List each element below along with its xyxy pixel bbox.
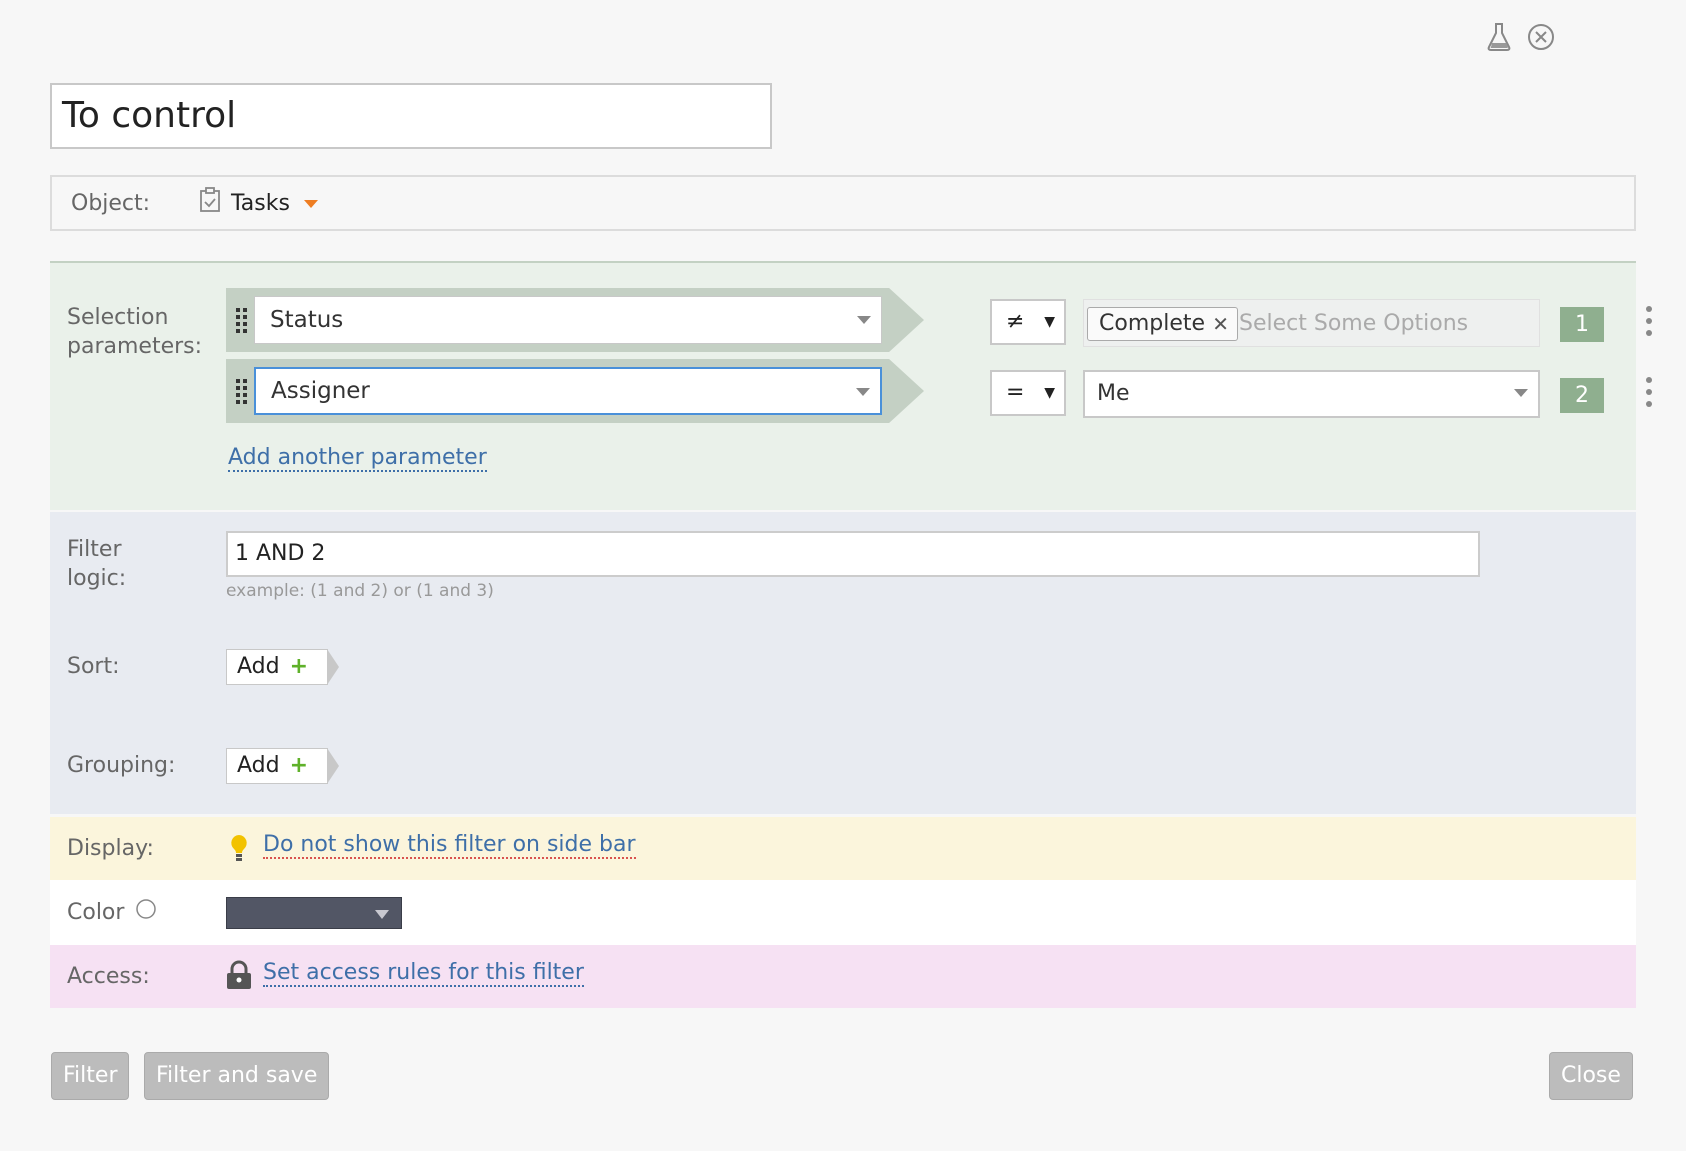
chevron-down-icon bbox=[856, 388, 870, 396]
multiselect-placeholder[interactable]: Select Some Options bbox=[1239, 300, 1468, 348]
drag-handle-icon[interactable] bbox=[236, 379, 248, 405]
param-row-1: Status ≠ ▼ Complete ✕ Select Some Option… bbox=[226, 288, 1686, 352]
add-parameter-link[interactable]: Add another parameter bbox=[228, 445, 487, 472]
filter-save-button[interactable]: Filter and save bbox=[144, 1052, 330, 1100]
triangle-down-icon: ▼ bbox=[1044, 385, 1055, 401]
param-field-select[interactable]: Assigner bbox=[254, 367, 882, 415]
param-index-badge: 2 bbox=[1560, 378, 1604, 413]
display-link-wrap: Do not show this filter on side bar bbox=[263, 832, 636, 859]
chevron-down-icon bbox=[375, 910, 389, 919]
kebab-menu-icon[interactable] bbox=[1646, 377, 1652, 407]
chip-label: Complete bbox=[1099, 311, 1206, 336]
value-chip: Complete ✕ bbox=[1087, 307, 1239, 341]
sort-add-label: Add bbox=[237, 654, 280, 679]
display-label: Display: bbox=[67, 836, 154, 861]
selection-section: Selection parameters: Status ≠ ▼ Complet… bbox=[50, 261, 1652, 510]
access-section: Access: Set access rules for this filter bbox=[50, 945, 1636, 1008]
close-button[interactable]: Close bbox=[1549, 1052, 1633, 1100]
plus-icon: + bbox=[289, 654, 309, 679]
lock-icon bbox=[225, 960, 253, 994]
filter-logic-input[interactable]: 1 AND 2 bbox=[226, 531, 1480, 577]
access-rules-link[interactable]: Set access rules for this filter bbox=[263, 960, 584, 987]
grouping-add-button[interactable]: Add + bbox=[226, 748, 339, 784]
flask-icon[interactable] bbox=[1486, 22, 1512, 52]
close-circle-icon[interactable] bbox=[1526, 22, 1556, 52]
color-section: Color bbox=[50, 880, 1636, 945]
filter-logic-label: Filter logic: bbox=[67, 537, 127, 591]
operator-value: = bbox=[1006, 380, 1025, 405]
param-row-2: Assigner = ▼ Me 2 bbox=[226, 359, 1686, 423]
param-index-badge: 1 bbox=[1560, 307, 1604, 342]
plus-icon: + bbox=[289, 753, 309, 778]
param-field-value: Assigner bbox=[271, 378, 370, 404]
chevron-down-icon bbox=[1514, 389, 1528, 397]
top-icons bbox=[1486, 22, 1556, 52]
object-bar: Object: Tasks bbox=[50, 175, 1636, 231]
grouping-add-label: Add bbox=[237, 753, 280, 778]
filter-logic-hint: example: (1 and 2) or (1 and 3) bbox=[226, 581, 494, 601]
object-label: Object: bbox=[71, 190, 151, 216]
operator-select[interactable]: = ▼ bbox=[990, 370, 1066, 416]
drag-handle-icon[interactable] bbox=[236, 308, 248, 334]
clipboard-check-icon bbox=[199, 187, 221, 219]
chevron-down-icon bbox=[857, 316, 871, 324]
access-label: Access: bbox=[67, 964, 150, 989]
add-parameter-wrap: Add another parameter bbox=[228, 445, 487, 472]
sort-label: Sort: bbox=[67, 654, 120, 679]
operator-select[interactable]: ≠ ▼ bbox=[990, 299, 1066, 345]
remove-chip-icon[interactable]: ✕ bbox=[1212, 308, 1229, 340]
lightbulb-icon bbox=[228, 833, 250, 869]
color-label: Color bbox=[67, 898, 157, 927]
selection-label: Selection parameters: bbox=[67, 305, 203, 359]
grouping-label: Grouping: bbox=[67, 753, 176, 778]
display-section: Display: Do not show this filter on side… bbox=[50, 817, 1636, 880]
value-multiselect[interactable]: Complete ✕ Select Some Options bbox=[1083, 299, 1540, 347]
chevron-down-icon[interactable] bbox=[303, 200, 318, 208]
object-value[interactable]: Tasks bbox=[231, 191, 290, 216]
kebab-menu-icon[interactable] bbox=[1646, 306, 1652, 336]
sort-add-button[interactable]: Add + bbox=[226, 649, 339, 685]
hide-sidebar-link[interactable]: Do not show this filter on side bar bbox=[263, 832, 636, 859]
filter-button[interactable]: Filter bbox=[51, 1052, 130, 1100]
param-field-value: Status bbox=[270, 307, 344, 333]
color-label-text: Color bbox=[67, 900, 125, 925]
access-link-wrap: Set access rules for this filter bbox=[263, 960, 584, 987]
value-select[interactable]: Me bbox=[1083, 370, 1540, 418]
filter-title-input[interactable]: To control bbox=[50, 83, 772, 149]
color-select[interactable] bbox=[226, 897, 402, 929]
value-select-value: Me bbox=[1097, 381, 1130, 406]
radio-circle-icon[interactable] bbox=[131, 899, 157, 925]
param-field-select[interactable]: Status bbox=[254, 296, 882, 344]
operator-value: ≠ bbox=[1006, 309, 1025, 334]
logic-section: Filter logic: 1 AND 2 example: (1 and 2)… bbox=[50, 512, 1636, 814]
triangle-down-icon: ▼ bbox=[1044, 314, 1055, 330]
